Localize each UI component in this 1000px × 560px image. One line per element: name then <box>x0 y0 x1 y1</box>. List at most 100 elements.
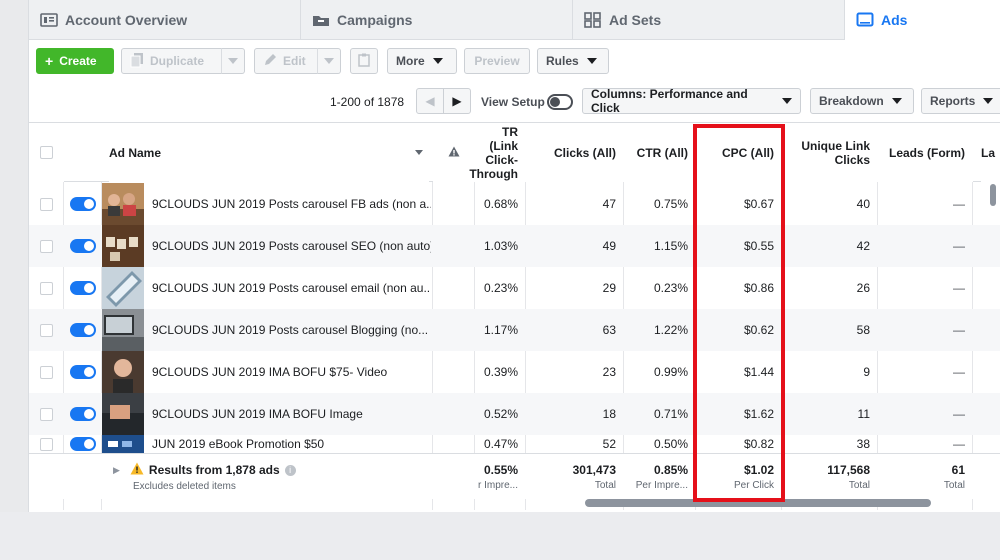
row-checkbox-cell <box>40 183 53 225</box>
select-all-checkbox[interactable] <box>40 146 53 159</box>
info-icon[interactable]: i <box>284 464 296 476</box>
ad-thumbnail <box>102 267 144 309</box>
clicks-value: 29 <box>602 281 616 295</box>
row-checkbox[interactable] <box>40 281 53 295</box>
row-checkbox[interactable] <box>40 239 53 253</box>
rules-label: Rules <box>546 54 579 68</box>
clipboard-button[interactable] <box>350 48 378 74</box>
expand-arrow-icon[interactable]: ▶ <box>113 465 120 476</box>
ad-name[interactable]: JUN 2019 eBook Promotion $50 <box>146 435 431 453</box>
header-label: CPC (All) <box>722 145 774 160</box>
row-toggle-cell <box>70 435 96 453</box>
header-label: Clicks <box>834 152 870 167</box>
chevron-left-icon: ◀ <box>425 94 435 108</box>
row-checkbox[interactable] <box>40 437 53 451</box>
ad-toggle[interactable] <box>70 437 96 451</box>
duplicate-icon <box>130 52 144 71</box>
ad-toggle[interactable] <box>70 281 96 295</box>
edit-label: Edit <box>283 54 306 68</box>
more-button[interactable]: More <box>387 48 457 74</box>
chevron-down-icon <box>891 98 902 104</box>
ad-name[interactable]: 9CLOUDS JUN 2019 Posts carousel SEO (non… <box>146 225 431 267</box>
header-label: Unique Link <box>801 138 870 153</box>
ad-name[interactable]: 9CLOUDS JUN 2019 IMA BOFU Image <box>146 393 431 435</box>
rules-button[interactable]: Rules <box>537 48 609 74</box>
row-checkbox[interactable] <box>40 365 53 379</box>
ctr-value: 0.23% <box>653 281 688 295</box>
create-button[interactable]: + Create <box>36 48 114 74</box>
ctr-value: 1.22% <box>653 323 688 337</box>
tab-ad-sets[interactable]: Ad Sets <box>573 0 845 40</box>
ad-thumbnail <box>102 351 144 393</box>
header-label: Click- <box>485 152 518 167</box>
ctr-link-value: 0.68% <box>483 197 518 211</box>
header-ctr-link[interactable]: TR (Link Click- Through <box>469 123 526 182</box>
totals-row: ▶ Results from 1,878 ads i Excludes dele… <box>29 453 1000 499</box>
breakdown-dropdown[interactable]: Breakdown <box>810 88 914 114</box>
columns-dropdown[interactable]: Columns: Performance and Click <box>582 87 801 115</box>
reports-dropdown[interactable]: Reports <box>921 88 1000 114</box>
row-checkbox[interactable] <box>40 323 53 337</box>
ad-toggle[interactable] <box>70 239 96 253</box>
header-ctr[interactable]: CTR (All) <box>624 123 696 182</box>
header-cpc[interactable]: CPC (All) <box>696 123 782 182</box>
ad-thumbnail <box>102 393 144 435</box>
header-leads[interactable]: Leads (Form) <box>878 123 973 182</box>
duplicate-button[interactable]: Duplicate <box>121 48 222 74</box>
table-row[interactable]: 9CLOUDS JUN 2019 Posts carousel SEO (non… <box>29 225 1000 267</box>
edit-button[interactable]: Edit <box>254 48 318 74</box>
header-ad-name[interactable]: Ad Name <box>109 123 429 182</box>
leads-value: — <box>953 323 965 337</box>
preview-button[interactable]: Preview <box>464 48 530 74</box>
edit-dropdown[interactable] <box>317 48 341 74</box>
ad-toggle[interactable] <box>70 323 96 337</box>
ad-icon <box>855 12 875 28</box>
header-label: Through <box>469 166 518 181</box>
clicks-value: 63 <box>602 323 616 337</box>
ad-name[interactable]: 9CLOUDS JUN 2019 Posts carousel Blogging… <box>146 309 431 351</box>
table-row[interactable]: JUN 2019 eBook Promotion $50 0.47% 52 0.… <box>29 435 1000 453</box>
total-value: 0.85% <box>653 463 688 477</box>
total-ctr-link: 0.55% r Impre... <box>475 454 526 500</box>
table-row[interactable]: 9CLOUDS JUN 2019 Posts carousel FB ads (… <box>29 183 1000 225</box>
ad-toggle[interactable] <box>70 197 96 211</box>
ad-name[interactable]: 9CLOUDS JUN 2019 Posts carousel email (n… <box>146 267 431 309</box>
tab-account-overview[interactable]: Account Overview <box>29 0 301 40</box>
cpc-value: $0.55 <box>743 239 774 253</box>
table-row[interactable]: 9CLOUDS JUN 2019 Posts carousel Blogging… <box>29 309 1000 351</box>
reports-label: Reports <box>930 94 976 108</box>
ad-toggle[interactable] <box>70 407 96 421</box>
leads-value: — <box>953 365 965 379</box>
previous-page-button[interactable]: ◀ <box>416 88 444 114</box>
total-sub: r Impre... <box>477 480 518 491</box>
ad-name[interactable]: 9CLOUDS JUN 2019 IMA BOFU $75- Video <box>146 351 431 393</box>
tab-campaigns[interactable]: Campaigns <box>301 0 573 40</box>
row-checkbox[interactable] <box>40 197 53 211</box>
vertical-scrollbar[interactable] <box>990 184 996 206</box>
header-unique-link-clicks[interactable]: Unique Link Clicks <box>782 123 878 182</box>
table-row[interactable]: 9CLOUDS JUN 2019 Posts carousel email (n… <box>29 267 1000 309</box>
header-label: TR (Link <box>489 124 518 153</box>
chevron-right-icon: ▶ <box>452 94 462 108</box>
tab-label: Ads <box>881 12 908 28</box>
next-page-button[interactable]: ▶ <box>443 88 471 114</box>
folder-icon <box>311 12 331 28</box>
cpc-value: $0.82 <box>743 437 774 451</box>
row-toggle-cell <box>70 351 96 393</box>
row-toggle-cell <box>70 225 96 267</box>
table-row[interactable]: 9CLOUDS JUN 2019 IMA BOFU $75- Video 0.3… <box>29 351 1000 393</box>
ad-name[interactable]: 9CLOUDS JUN 2019 Posts carousel FB ads (… <box>146 183 431 225</box>
leads-value: — <box>953 281 965 295</box>
ad-toggle[interactable] <box>70 365 96 379</box>
chevron-down-icon <box>324 58 334 64</box>
horizontal-scrollbar[interactable] <box>585 499 931 507</box>
header-clicks[interactable]: Clicks (All) <box>526 123 624 182</box>
row-toggle-cell <box>70 393 96 435</box>
view-setup-toggle[interactable] <box>547 94 573 110</box>
tab-ads[interactable]: Ads <box>845 0 1000 40</box>
duplicate-dropdown[interactable] <box>221 48 245 74</box>
row-checkbox[interactable] <box>40 407 53 421</box>
header-last[interactable]: La <box>981 123 1000 182</box>
table-row[interactable]: 9CLOUDS JUN 2019 IMA BOFU Image 0.52% 18… <box>29 393 1000 435</box>
total-value: $1.02 <box>743 463 774 477</box>
